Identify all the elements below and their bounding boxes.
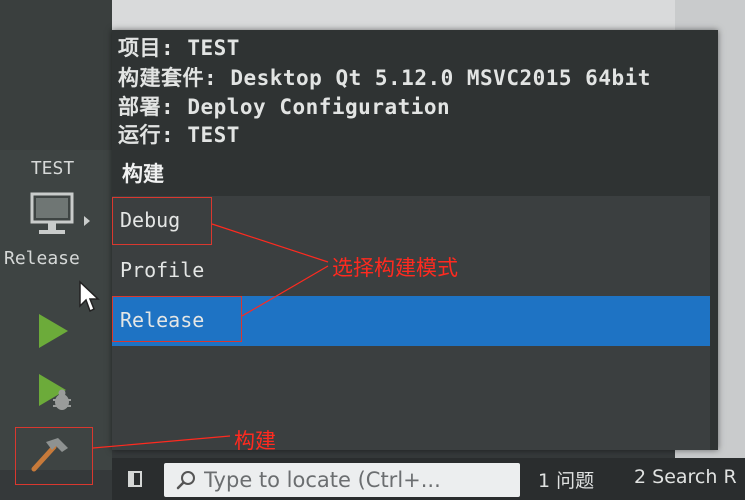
info-deploy: 部署: Deploy Configuration	[118, 91, 450, 121]
info-deploy-value: Deploy Configuration	[187, 95, 451, 119]
tab-issues-label: 问题	[556, 470, 595, 492]
tab-issues-number: 1	[538, 470, 551, 492]
qt-creator-window: TEST Release 项目: TEST 构建套件: Desktop Qt 5…	[0, 0, 745, 500]
run-icon[interactable]	[36, 312, 70, 350]
search-icon	[176, 471, 195, 490]
locator	[164, 463, 520, 497]
kit-project-name: TEST	[30, 158, 75, 179]
info-project-label: 项目:	[118, 36, 175, 60]
info-project-value: TEST	[187, 36, 240, 60]
kit-expand-arrow-icon[interactable]	[84, 216, 90, 226]
info-run: 运行: TEST	[118, 119, 240, 149]
debug-run-icon[interactable]	[36, 372, 76, 412]
build-highlight-box	[15, 427, 93, 485]
locator-input[interactable]	[204, 465, 514, 495]
mode-sidebar: TEST Release	[0, 0, 112, 472]
tab-search-results[interactable]: 2 Search R	[634, 466, 737, 488]
sidebar-mode-area	[0, 0, 112, 150]
info-run-label: 运行:	[118, 123, 175, 147]
info-run-value: TEST	[187, 123, 240, 147]
info-project: 项目: TEST	[118, 32, 240, 62]
monitor-icon[interactable]	[30, 192, 74, 238]
info-kit-value: Desktop Qt 5.12.0 MSVC2015 64bit	[230, 66, 651, 90]
release-highlight-box	[112, 296, 242, 342]
toggle-sidebar-icon[interactable]	[128, 471, 142, 487]
tab-search-number: 2	[634, 466, 647, 488]
build-section-title: 构建	[122, 162, 164, 186]
option-profile[interactable]: Profile	[120, 258, 204, 282]
debug-highlight-box	[112, 197, 212, 245]
tab-search-label: Search R	[652, 466, 737, 488]
annotation-build: 构建	[234, 429, 276, 453]
kit-build-config: Release	[4, 248, 80, 269]
tab-issues[interactable]: 1 问题	[538, 466, 594, 493]
info-kit-label: 构建套件:	[118, 66, 218, 90]
annotation-select-mode: 选择构建模式	[332, 256, 458, 280]
bottom-status-bar: 1 问题 2 Search R	[112, 458, 745, 500]
info-kit: 构建套件: Desktop Qt 5.12.0 MSVC2015 64bit	[118, 62, 651, 92]
mouse-cursor-icon	[79, 280, 100, 313]
info-deploy-label: 部署:	[118, 95, 175, 119]
